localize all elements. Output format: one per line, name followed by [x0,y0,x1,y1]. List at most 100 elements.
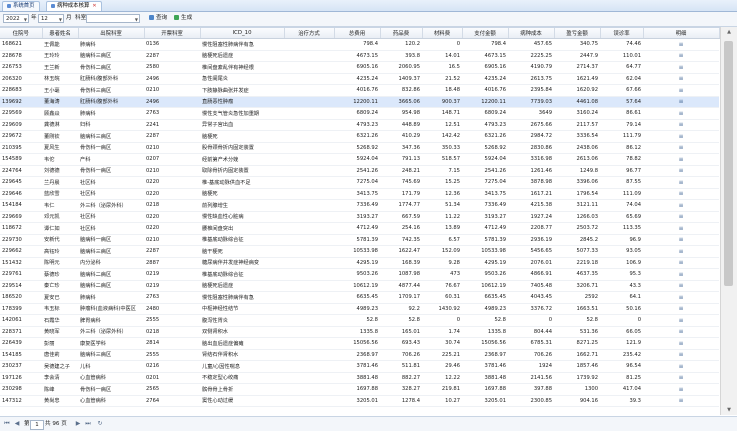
detail-icon[interactable]: ≡ [643,222,719,235]
detail-icon[interactable]: ≡ [643,349,719,361]
detail-icon[interactable]: ≡ [643,130,719,143]
detail-icon[interactable]: ≡ [643,211,719,223]
detail-icon[interactable]: ≡ [643,291,719,304]
table-row[interactable]: 197126 李会清 心血管病科 0201 不稳定型心绞痛 3881.48 882.27 12… [0,372,719,384]
query-button[interactable]: 查询 [147,14,169,23]
table-row[interactable]: 228683 王小毫 骨伤科三病区 0210 下肢静脉曲张并发症 4016.76 832.8… [0,84,719,97]
detail-icon[interactable]: ≡ [643,165,719,177]
detail-icon[interactable]: ≡ [643,61,719,74]
column-header[interactable]: 盈亏金额 [554,28,601,39]
scroll-down-icon[interactable]: ▼ [721,405,737,415]
table-row[interactable]: 229730 安新代 脑病科一病区 0210 椎基底动脉综合征 5781.39 742.35… [0,234,719,246]
table-row[interactable]: 226753 王兰新 骨伤科二病区 2580 椎间盘紊乱伴有神经根 6905.16 2060… [0,61,719,74]
close-icon[interactable]: ✕ [92,3,96,9]
detail-icon[interactable]: ≡ [643,383,719,396]
table-row[interactable]: 229645 兰丹晨 社区科 0220 椎-基底动脉供血不足 7275.04 745.69 1… [0,176,719,189]
column-header[interactable]: 误诊率 [600,28,644,39]
column-header[interactable]: 患者姓名 [42,28,79,39]
table-row[interactable]: 224764 刘德德 骨伤科一病区 0210 取除骨折内固定装置 2541.26 248.2… [0,165,719,177]
detail-icon[interactable]: ≡ [643,280,719,292]
detail-icon[interactable]: ≡ [643,268,719,281]
detail-icon[interactable]: ≡ [643,96,719,108]
table-row[interactable]: 142061 石霞华 脾胃病科 2555 腹泻性胃炎 52.8 52.8 0 52.8 0 52.8… [0,314,719,327]
column-header[interactable]: 住院号 [0,28,43,39]
column-header[interactable]: 明细 [643,28,720,39]
page-input[interactable]: 1 [30,420,44,430]
next-page-icon[interactable]: ▶ [74,420,82,428]
column-header[interactable]: 开票科室 [144,28,201,39]
detail-icon[interactable]: ≡ [643,142,719,154]
detail-icon[interactable]: ≡ [643,234,719,246]
table-row[interactable]: 229669 邓元凯 社区科 0220 慢性缺血性心脏病 3193.27 667.59 11.… [0,211,719,223]
table-row[interactable]: 229514 秦亡珍 脑病科二病区 0219 脑梗死后遗症 10612.19 4877.44… [0,280,719,292]
table-row[interactable]: 228678 王玲玲 脑病科三病区 2287 脑梗死后遗症 4673.15 393.8 14.… [0,50,719,62]
table-row[interactable]: 229761 蔡德珍 脑病科二病区 0219 椎基底动脉综合征 9503.26 1087.9… [0,268,719,281]
table-cell: 韦佗 [42,153,78,166]
column-header[interactable]: 材料费 [422,28,463,39]
detail-icon[interactable]: ≡ [643,337,719,350]
detail-icon[interactable]: ≡ [643,257,719,269]
table-row[interactable]: 230298 陈峰 骨伤科一病区 2565 髌骨骨上骨折 1697.88 328.27 219… [0,383,719,396]
table-row[interactable]: 226439 彭丽 康复医学科 2814 脑出血后遗症偏瘫 15056.56 693.43 3… [0,337,719,350]
prev-page-icon[interactable]: ◀ [13,420,21,428]
tab-disease-cost[interactable]: 病种成本核算 ✕ [46,1,102,11]
vertical-scrollbar[interactable]: ▲ ▼ [720,27,737,415]
table-cell: 3781.46 [462,360,508,373]
first-page-icon[interactable]: ⏮ [3,420,11,428]
table-row[interactable]: 206320 林玉皖 肛肠科/腹部外科 2496 急性阑尾炎 4235.24 1409.37… [0,73,719,85]
table-row[interactable]: 210395 夏风生 骨伤科一病区 0210 股骨颈骨折内固定装置 5268.92 347.… [0,142,719,154]
table-row[interactable]: 229646 蓝欣雪 社区科 0220 脑梗死 3413.75 171.79 12.36 341… [0,188,719,200]
table-row[interactable]: 139692 董海涛 肛肠科/腹部外科 2496 直肠恶性肿瘤 12200.11 3665.… [0,96,719,108]
table-row[interactable]: 151432 陈明元 内分泌科 2887 糖尿病伴并发症神经病变 4295.19 168.3… [0,257,719,269]
detail-icon[interactable]: ≡ [643,107,719,120]
table-row[interactable]: 229672 董刚钦 脑病科三病区 2287 脑梗死 6321.26 410.29 142.4… [0,130,719,143]
table-row[interactable]: 230237 吴德建之子 儿科 0216 儿童/心因性喘息 3781.46 511.81 29… [0,360,719,373]
scroll-up-icon[interactable]: ▲ [721,27,737,37]
table-row[interactable]: 154589 韦佗 产科 0207 经前第产术分娩 5924.04 791.13 518.57… [0,153,719,166]
detail-icon[interactable]: ≡ [643,119,719,131]
column-header[interactable]: 治疗方式 [284,28,335,39]
last-page-icon[interactable]: ⏭ [84,420,92,428]
table-row[interactable]: 118672 谭仁如 社区科 0220 腰椎间盘突出 4712.49 254.16 13.89… [0,222,719,235]
table-row[interactable]: 186520 夏安已 肺病科 2763 慢性阻塞性肺病伴有急 6635.45 1709.17… [0,291,719,304]
column-header[interactable]: 总费用 [334,28,381,39]
detail-icon[interactable]: ≡ [643,303,719,315]
detail-icon[interactable]: ≡ [643,50,719,62]
tab-home[interactable]: 系统首页 [2,1,40,11]
table-row[interactable]: 229662 高钰玲 脑病科三病区 2287 脑干梗死 10533.98 1622.47 15… [0,245,719,258]
column-header[interactable]: 支付金额 [462,28,509,39]
month-select[interactable]: 12 ▼ [38,14,64,23]
table-row[interactable]: 168621 王佩能 肺病科 0136 慢性阻塞性肺病伴有急 798.4 120.2 0 798… [0,38,719,51]
dept-select[interactable]: ▼ [86,14,140,23]
column-header[interactable]: 药品费 [380,28,423,39]
column-header[interactable]: ICD_10 [200,28,285,39]
table-row[interactable]: 228371 黄晓军 外三科（泌尿外科） 0218 双侧肾积水 1335.8 165.01 1… [0,326,719,338]
table-row[interactable]: 147312 黄尚忠 心血管病科 2764 窦性心动过缓 3205.01 1278.4 10.… [0,395,719,407]
detail-icon[interactable]: ≡ [643,73,719,85]
detail-icon[interactable]: ≡ [643,84,719,97]
generate-button[interactable]: 生成 [172,14,194,23]
table-row[interactable]: 229609 龚德淋 妇科 2241 异常子宫出血 4793.23 448.89 12.51 4… [0,119,719,131]
detail-icon[interactable]: ≡ [643,153,719,166]
detail-icon[interactable]: ≡ [643,188,719,200]
table-row[interactable]: 154185 唐佳莉 脑病科三病区 2555 肾结石伴肾积水 2368.97 706.26 2… [0,349,719,361]
refresh-icon[interactable]: ↻ [96,420,104,428]
table-cell: 1622.47 [380,245,422,258]
column-header[interactable]: 出院科室 [78,28,145,39]
table-row[interactable]: 178399 韦玉标 肿瘤科(血液病科)中医区 2480 中枢神经性结节 4989.23 9… [0,303,719,315]
detail-icon[interactable]: ≡ [643,245,719,258]
detail-icon[interactable]: ≡ [643,176,719,189]
detail-icon[interactable]: ≡ [643,360,719,373]
scroll-thumb[interactable] [724,41,733,286]
detail-icon[interactable]: ≡ [643,199,719,212]
detail-icon[interactable]: ≡ [643,326,719,338]
year-select[interactable]: 2022 ▼ [3,14,29,23]
detail-icon[interactable]: ≡ [643,38,719,51]
detail-icon[interactable]: ≡ [643,395,719,407]
column-header[interactable]: 病种成本 [508,28,555,39]
detail-icon[interactable]: ≡ [643,314,719,327]
table-row[interactable]: 229569 顾鑫焱 肺病科 2763 慢性支气管炎急性加重期 6809.24 954.98… [0,107,719,120]
detail-icon[interactable]: ≡ [643,372,719,384]
table-cell: 3413.75 [334,188,380,200]
table-row[interactable]: 154184 韦仁 外三科（泌尿外科） 0218 前列腺增生 7336.49 1774.77… [0,199,719,212]
